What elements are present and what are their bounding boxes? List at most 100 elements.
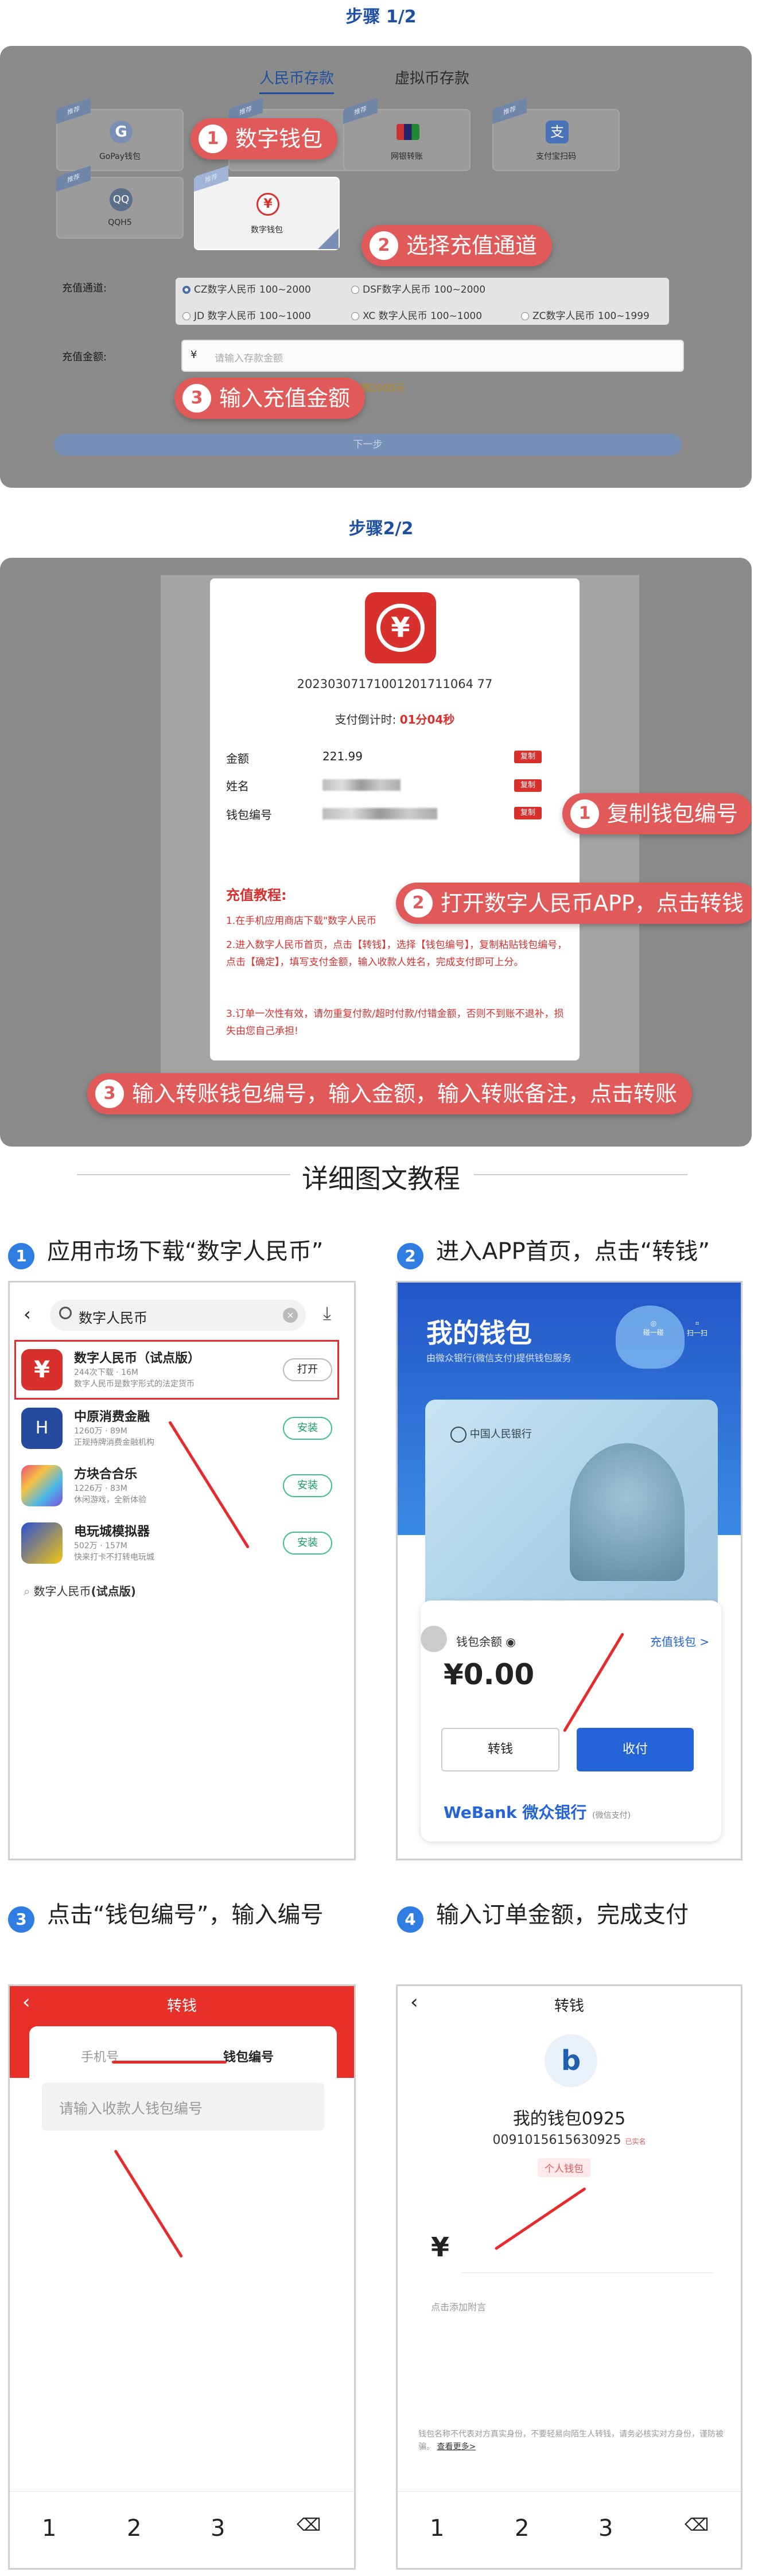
callout-num: 3	[182, 384, 211, 413]
scan-qr-icon[interactable]: ⌗ 扫一扫	[682, 1319, 712, 1338]
app-meta: 1226万 · 83M	[74, 1484, 127, 1493]
topup-link[interactable]: 充值钱包 >	[650, 1633, 709, 1649]
ecny-logo-icon: ¥	[365, 592, 436, 663]
copy-wallet-button[interactable]: 复制	[514, 807, 542, 819]
open-button[interactable]: 打开	[283, 1358, 332, 1381]
screenshot-wallet-home: 我的钱包 由微众银行(微信支付)提供钱包服务 ◎ 碰一碰 ⌗ 扫一扫 中国人民银行 …	[396, 1281, 742, 1860]
notice-more-link[interactable]: 查看更多>	[437, 2442, 476, 2451]
app-row[interactable]: H 中原消费金融 1260万 · 89M 正规持牌消费金融机构 安装	[21, 1405, 337, 1452]
backspace-icon[interactable]: ⌫	[685, 2515, 709, 2535]
key-1[interactable]: 1	[430, 2515, 444, 2542]
amount-input[interactable]: ¥ 请输入存款金额	[181, 340, 684, 372]
screenshot-pay-amount: ‹ 转钱 b 我的钱包0925 0091015615630925 已实名 个人钱…	[396, 1984, 742, 2570]
app-row-ecny[interactable]: ¥ 数字人民币（试点版） 244次下载 · 16M 数字人民币是数字形式的法定货…	[21, 1347, 337, 1394]
ecny-icon: ¥	[256, 193, 279, 216]
callout-amount: 3 输入充值金额	[174, 378, 366, 419]
countdown-label: 支付倒计时:	[335, 713, 396, 726]
radio-icon	[351, 286, 359, 294]
webank-logo: WeBank 微众银行 (微信支付)	[444, 1800, 631, 1823]
balance-label-text: 钱包余额	[456, 1635, 502, 1649]
key-2[interactable]: 2	[515, 2515, 529, 2542]
backspace-icon[interactable]: ⌫	[297, 2515, 321, 2535]
app-name: 方块合合乐	[74, 1467, 138, 1482]
webank-sub: (微信支付)	[592, 1811, 631, 1820]
remark-link[interactable]: 点击添加附言	[431, 2299, 486, 2313]
callout-num: 2	[370, 231, 398, 260]
tile-alipay[interactable]: 推荐 支 支付宝扫码	[492, 98, 620, 171]
callout-text: 打开数字人民币APP，点击转钱	[441, 891, 744, 916]
key-2[interactable]: 2	[127, 2515, 141, 2542]
radio-icon	[351, 312, 359, 320]
currency-prefix: ¥	[190, 349, 197, 361]
next-button[interactable]: 下一步	[54, 434, 682, 456]
channel-text: JD 数字人民币 100~1000	[194, 310, 311, 322]
receive-button[interactable]: 收付	[577, 1728, 694, 1771]
countdown-value: 01分04秒	[399, 713, 455, 726]
wallet-number-input[interactable]: 请输入收款人钱包编号	[42, 2082, 324, 2131]
badge-corner: 推荐	[56, 98, 91, 124]
amount-field[interactable]	[461, 2227, 713, 2273]
bank-card-icon	[396, 124, 419, 140]
scan2-label: 扫一扫	[686, 1329, 707, 1337]
callout-copy-wallet: 1 复制钱包编号	[562, 793, 752, 834]
search-suggestion[interactable]: ⌕ 数字人民币(试点版)	[24, 1582, 136, 1599]
back-icon[interactable]: ‹	[24, 1303, 31, 1325]
callout-transfer: 3 输入转账钱包编号，输入金额，输入转账备注，点击转账	[87, 1073, 693, 1114]
tab-crypto[interactable]: 虚拟币存款	[395, 67, 469, 88]
avatar	[421, 1626, 447, 1652]
tile-ecny[interactable]: 推荐 ¥ 数字钱包	[194, 165, 340, 250]
app-row[interactable]: 方块合合乐 1226万 · 83M 休闲游戏，全新体验 安装	[21, 1463, 337, 1510]
tile-qq[interactable]: 推荐 QQ QQH5	[56, 165, 184, 239]
install-button[interactable]: 安装	[283, 1532, 332, 1555]
transfer-button[interactable]: 转钱	[441, 1728, 559, 1771]
app-desc: 休闲游戏，全新体验	[74, 1495, 146, 1505]
verified-tag: 已实名	[625, 2138, 646, 2146]
scan-tap-icon[interactable]: ◎ 碰一碰	[639, 1319, 668, 1337]
tile-gopay[interactable]: 推荐 G GoPay钱包	[56, 98, 184, 171]
tile-label: 数字钱包	[251, 226, 283, 235]
key-3[interactable]: 3	[598, 2515, 613, 2542]
copy-amount-button[interactable]: 复制	[514, 751, 542, 763]
key-3[interactable]: 3	[211, 2515, 225, 2542]
app-name: 数字人民币（试点版）	[74, 1351, 201, 1366]
channel-option[interactable]: XC 数字人民币 100~1000	[351, 308, 482, 322]
section-num: 3	[8, 1906, 34, 1933]
divider-right	[474, 1174, 687, 1175]
app-name: 电玩城模拟器	[74, 1525, 150, 1539]
eye-icon[interactable]: ◉	[506, 1635, 515, 1649]
app-row[interactable]: 电玩城模拟器 502万 · 157M 快来打卡不打转电玩城 安装	[21, 1520, 337, 1567]
row-label: 姓名	[226, 779, 249, 793]
copy-name-button[interactable]: 复制	[514, 779, 542, 792]
pay-title: 转钱	[554, 1998, 584, 2015]
screenshot-transfer: ‹ 转钱 手机号 钱包编号 请输入收款人钱包编号 1 2 3 ⌫	[8, 1984, 356, 2570]
badge-corner: 推荐	[194, 165, 228, 192]
order-number: 20230307171001201711064 77	[297, 677, 493, 691]
next-label: 下一步	[353, 439, 383, 450]
payment-card: ¥ 20230307171001201711064 77 支付倒计时: 01分0…	[210, 578, 580, 1060]
channel-option[interactable]: CZ数字人民币 100~2000	[182, 281, 311, 296]
tile-bank[interactable]: 推荐 网银转账	[343, 98, 471, 171]
channel-option[interactable]: DSF数字人民币 100~2000	[351, 281, 485, 296]
detail-title: 详细图文教程	[302, 1163, 460, 1194]
download-icon[interactable]: ⤓	[323, 1302, 331, 1324]
tile-label: 支付宝扫码	[536, 152, 576, 161]
channel-option[interactable]: ZC数字人民币 100~1999	[521, 308, 650, 322]
callout-text: 复制钱包编号	[607, 801, 738, 826]
amount-value: 221.99	[322, 749, 363, 763]
channel-option[interactable]: JD 数字人民币 100~1000	[182, 308, 311, 322]
section-text: 输入订单金额，完成支付	[436, 1902, 689, 1928]
transfer-title: 转钱	[166, 1998, 197, 2015]
screenshot-app-store: ‹ 数字人民币 × ⤓ ¥ 数字人民币（试点版） 244次下载 · 16M 数字…	[8, 1281, 356, 1860]
wallet-avatar-icon: b	[545, 2034, 597, 2087]
key-1[interactable]: 1	[42, 2515, 56, 2542]
install-button[interactable]: 安装	[283, 1417, 332, 1440]
app-meta: 244次下载 · 16M	[74, 1368, 138, 1377]
install-button[interactable]: 安装	[283, 1474, 332, 1497]
clear-icon[interactable]: ×	[283, 1308, 298, 1323]
tab-wallet-number[interactable]: 钱包编号	[223, 2047, 274, 2065]
app-desc: 数字人民币是数字形式的法定货币	[74, 1380, 195, 1389]
store-search-input[interactable]: 数字人民币 ×	[50, 1300, 306, 1331]
tab-rmb[interactable]: 人民币存款	[259, 67, 335, 94]
wallet-subtitle: 由微众银行(微信支付)提供钱包服务	[426, 1353, 572, 1363]
channel-label: 充值通道:	[62, 282, 107, 294]
